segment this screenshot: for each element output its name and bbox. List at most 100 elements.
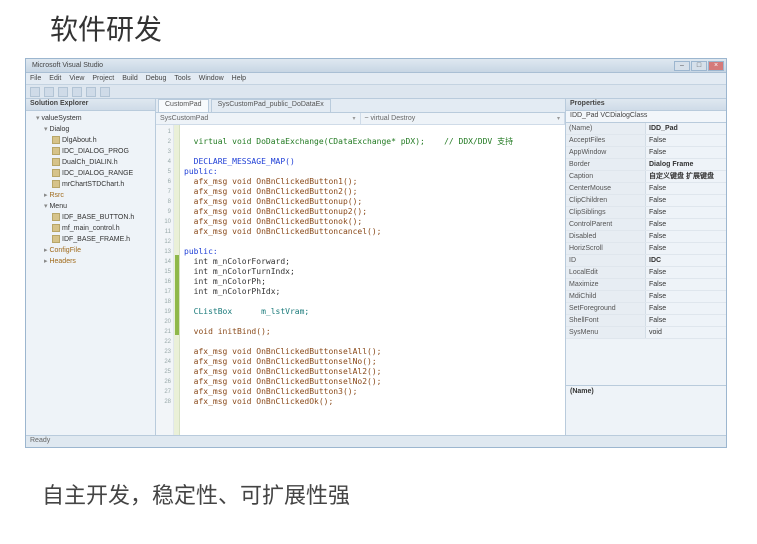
menu-debug[interactable]: Debug xyxy=(146,75,167,82)
tree-file[interactable]: IDF_BASE_BUTTON.h xyxy=(28,212,153,223)
toolbar-button[interactable] xyxy=(58,87,68,97)
properties-panel: Properties IDD_Pad VCDialogClass (Name)I… xyxy=(566,99,726,435)
property-row[interactable]: IDIDC xyxy=(566,255,726,267)
property-value[interactable]: False xyxy=(646,243,726,254)
property-row[interactable]: ShellFontFalse xyxy=(566,315,726,327)
titlebar[interactable]: Microsoft Visual Studio – □ × xyxy=(26,59,726,73)
toolbar-button[interactable] xyxy=(72,87,82,97)
property-value[interactable]: void xyxy=(646,327,726,338)
property-key: (Name) xyxy=(566,123,646,134)
minimize-button[interactable]: – xyxy=(674,61,690,71)
property-row[interactable]: CenterMouseFalse xyxy=(566,183,726,195)
menu-view[interactable]: View xyxy=(69,75,84,82)
property-key: AcceptFiles xyxy=(566,135,646,146)
tree-file[interactable]: DualCh_DIALIN.h xyxy=(28,157,153,168)
property-row[interactable]: AppWindowFalse xyxy=(566,147,726,159)
property-row[interactable]: LocalEditFalse xyxy=(566,267,726,279)
member-combo[interactable]: ~ virtual Destroy xyxy=(361,113,566,124)
editor-tab-path[interactable]: SysCustomPad_public_DoDataEx xyxy=(211,99,331,112)
property-value[interactable]: 自定义键盘 扩展键盘 xyxy=(646,171,726,182)
property-value[interactable]: False xyxy=(646,135,726,146)
tree-label: Headers xyxy=(49,258,75,265)
property-value[interactable]: False xyxy=(646,207,726,218)
tree-file[interactable]: mf_main_control.h xyxy=(28,223,153,234)
maximize-button[interactable]: □ xyxy=(691,61,707,71)
property-row[interactable]: DisabledFalse xyxy=(566,231,726,243)
property-row[interactable]: AcceptFilesFalse xyxy=(566,135,726,147)
property-row[interactable]: SetForegroundFalse xyxy=(566,303,726,315)
property-key: CenterMouse xyxy=(566,183,646,194)
toolbar-button[interactable] xyxy=(86,87,96,97)
property-row[interactable]: HorizScrollFalse xyxy=(566,243,726,255)
property-row[interactable]: (Name)IDD_Pad xyxy=(566,123,726,135)
close-button[interactable]: × xyxy=(708,61,724,71)
property-value[interactable]: Dialog Frame xyxy=(646,159,726,170)
menu-build[interactable]: Build xyxy=(122,75,138,82)
property-row[interactable]: ClipSiblingsFalse xyxy=(566,207,726,219)
code-text[interactable]: virtual void DoDataExchange(CDataExchang… xyxy=(180,125,565,435)
property-key: Caption xyxy=(566,171,646,182)
property-key: SysMenu xyxy=(566,327,646,338)
toolbar-button[interactable] xyxy=(100,87,110,97)
property-value[interactable]: False xyxy=(646,291,726,302)
menu-window[interactable]: Window xyxy=(199,75,224,82)
tree-file[interactable]: DlgAbout.h xyxy=(28,135,153,146)
tree-file[interactable]: IDC_DIALOG_RANGE xyxy=(28,168,153,179)
menubar: File Edit View Project Build Debug Tools Window… xyxy=(26,73,726,85)
property-value[interactable]: False xyxy=(646,195,726,206)
solution-tree[interactable]: valueSystem Dialog DlgAbout.h IDC_DIALOG_PR… xyxy=(26,111,155,435)
tree-folder[interactable]: Headers xyxy=(28,256,153,267)
property-row[interactable]: MdiChildFalse xyxy=(566,291,726,303)
tree-file[interactable]: IDF_BASE_FRAME.h xyxy=(28,234,153,245)
class-combo[interactable]: SysCustomPad xyxy=(156,113,361,124)
property-row[interactable]: ControlParentFalse xyxy=(566,219,726,231)
property-key: MdiChild xyxy=(566,291,646,302)
tree-label: DlgAbout.h xyxy=(62,137,97,144)
property-value[interactable]: False xyxy=(646,147,726,158)
property-row[interactable]: MaximizeFalse xyxy=(566,279,726,291)
tree-label: IDF_BASE_BUTTON.h xyxy=(62,214,134,221)
property-value[interactable]: False xyxy=(646,267,726,278)
menu-tools[interactable]: Tools xyxy=(174,75,190,82)
menu-project[interactable]: Project xyxy=(92,75,114,82)
property-row[interactable]: BorderDialog Frame xyxy=(566,159,726,171)
property-description: (Name) xyxy=(566,385,726,435)
tree-folder[interactable]: valueSystem xyxy=(28,113,153,124)
menu-edit[interactable]: Edit xyxy=(49,75,61,82)
property-row[interactable]: ClipChildrenFalse xyxy=(566,195,726,207)
main-area: Solution Explorer valueSystemDialogDlgAb… xyxy=(26,99,726,435)
tree-label: Dialog xyxy=(49,126,69,133)
property-key: SetForeground xyxy=(566,303,646,314)
property-key: HorizScroll xyxy=(566,243,646,254)
property-value[interactable]: False xyxy=(646,219,726,230)
property-value[interactable]: IDD_Pad xyxy=(646,123,726,134)
property-grid[interactable]: (Name)IDD_PadAcceptFilesFalseAppWindowFa… xyxy=(566,123,726,385)
property-value[interactable]: False xyxy=(646,315,726,326)
editor-tab-row: CustomPad SysCustomPad_public_DoDataEx xyxy=(156,99,565,113)
property-value[interactable]: False xyxy=(646,183,726,194)
toolbar-button[interactable] xyxy=(44,87,54,97)
tree-label: IDF_BASE_FRAME.h xyxy=(62,236,130,243)
tree-folder[interactable]: Rsrc xyxy=(28,190,153,201)
property-value[interactable]: False xyxy=(646,303,726,314)
property-value[interactable]: IDC xyxy=(646,255,726,266)
file-icon xyxy=(52,180,60,188)
editor-nav-combos: SysCustomPad ~ virtual Destroy xyxy=(156,113,565,125)
code-area[interactable]: 1234567891011121314151617181920212223242… xyxy=(156,125,565,435)
tree-folder[interactable]: Menu xyxy=(28,201,153,212)
property-value[interactable]: False xyxy=(646,279,726,290)
tree-folder[interactable]: ConfigFile xyxy=(28,245,153,256)
file-icon xyxy=(52,224,60,232)
property-row[interactable]: Caption自定义键盘 扩展键盘 xyxy=(566,171,726,183)
menu-help[interactable]: Help xyxy=(232,75,246,82)
tree-file[interactable]: IDC_DIALOG_PROG xyxy=(28,146,153,157)
page-title: 软件研发 xyxy=(0,0,757,58)
menu-file[interactable]: File xyxy=(30,75,41,82)
property-value[interactable]: False xyxy=(646,231,726,242)
tree-file[interactable]: mrChartSTDChart.h xyxy=(28,179,153,190)
property-key: AppWindow xyxy=(566,147,646,158)
property-row[interactable]: SysMenuvoid xyxy=(566,327,726,339)
toolbar-button[interactable] xyxy=(30,87,40,97)
tree-folder[interactable]: Dialog xyxy=(28,124,153,135)
editor-tab-active[interactable]: CustomPad xyxy=(158,99,209,112)
